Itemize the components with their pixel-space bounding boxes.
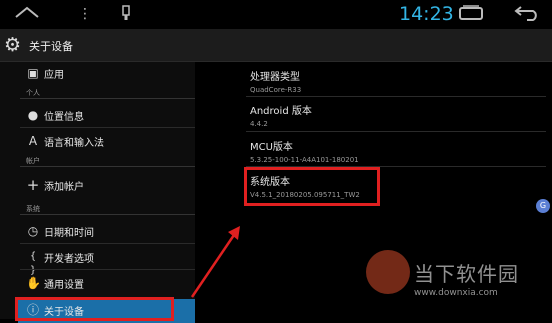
watermark-logo [366, 250, 410, 294]
floating-button[interactable]: G [536, 199, 550, 213]
watermark-brand: 当下软件园 [414, 262, 519, 286]
watermark-url: www.downxia.com [414, 288, 498, 298]
